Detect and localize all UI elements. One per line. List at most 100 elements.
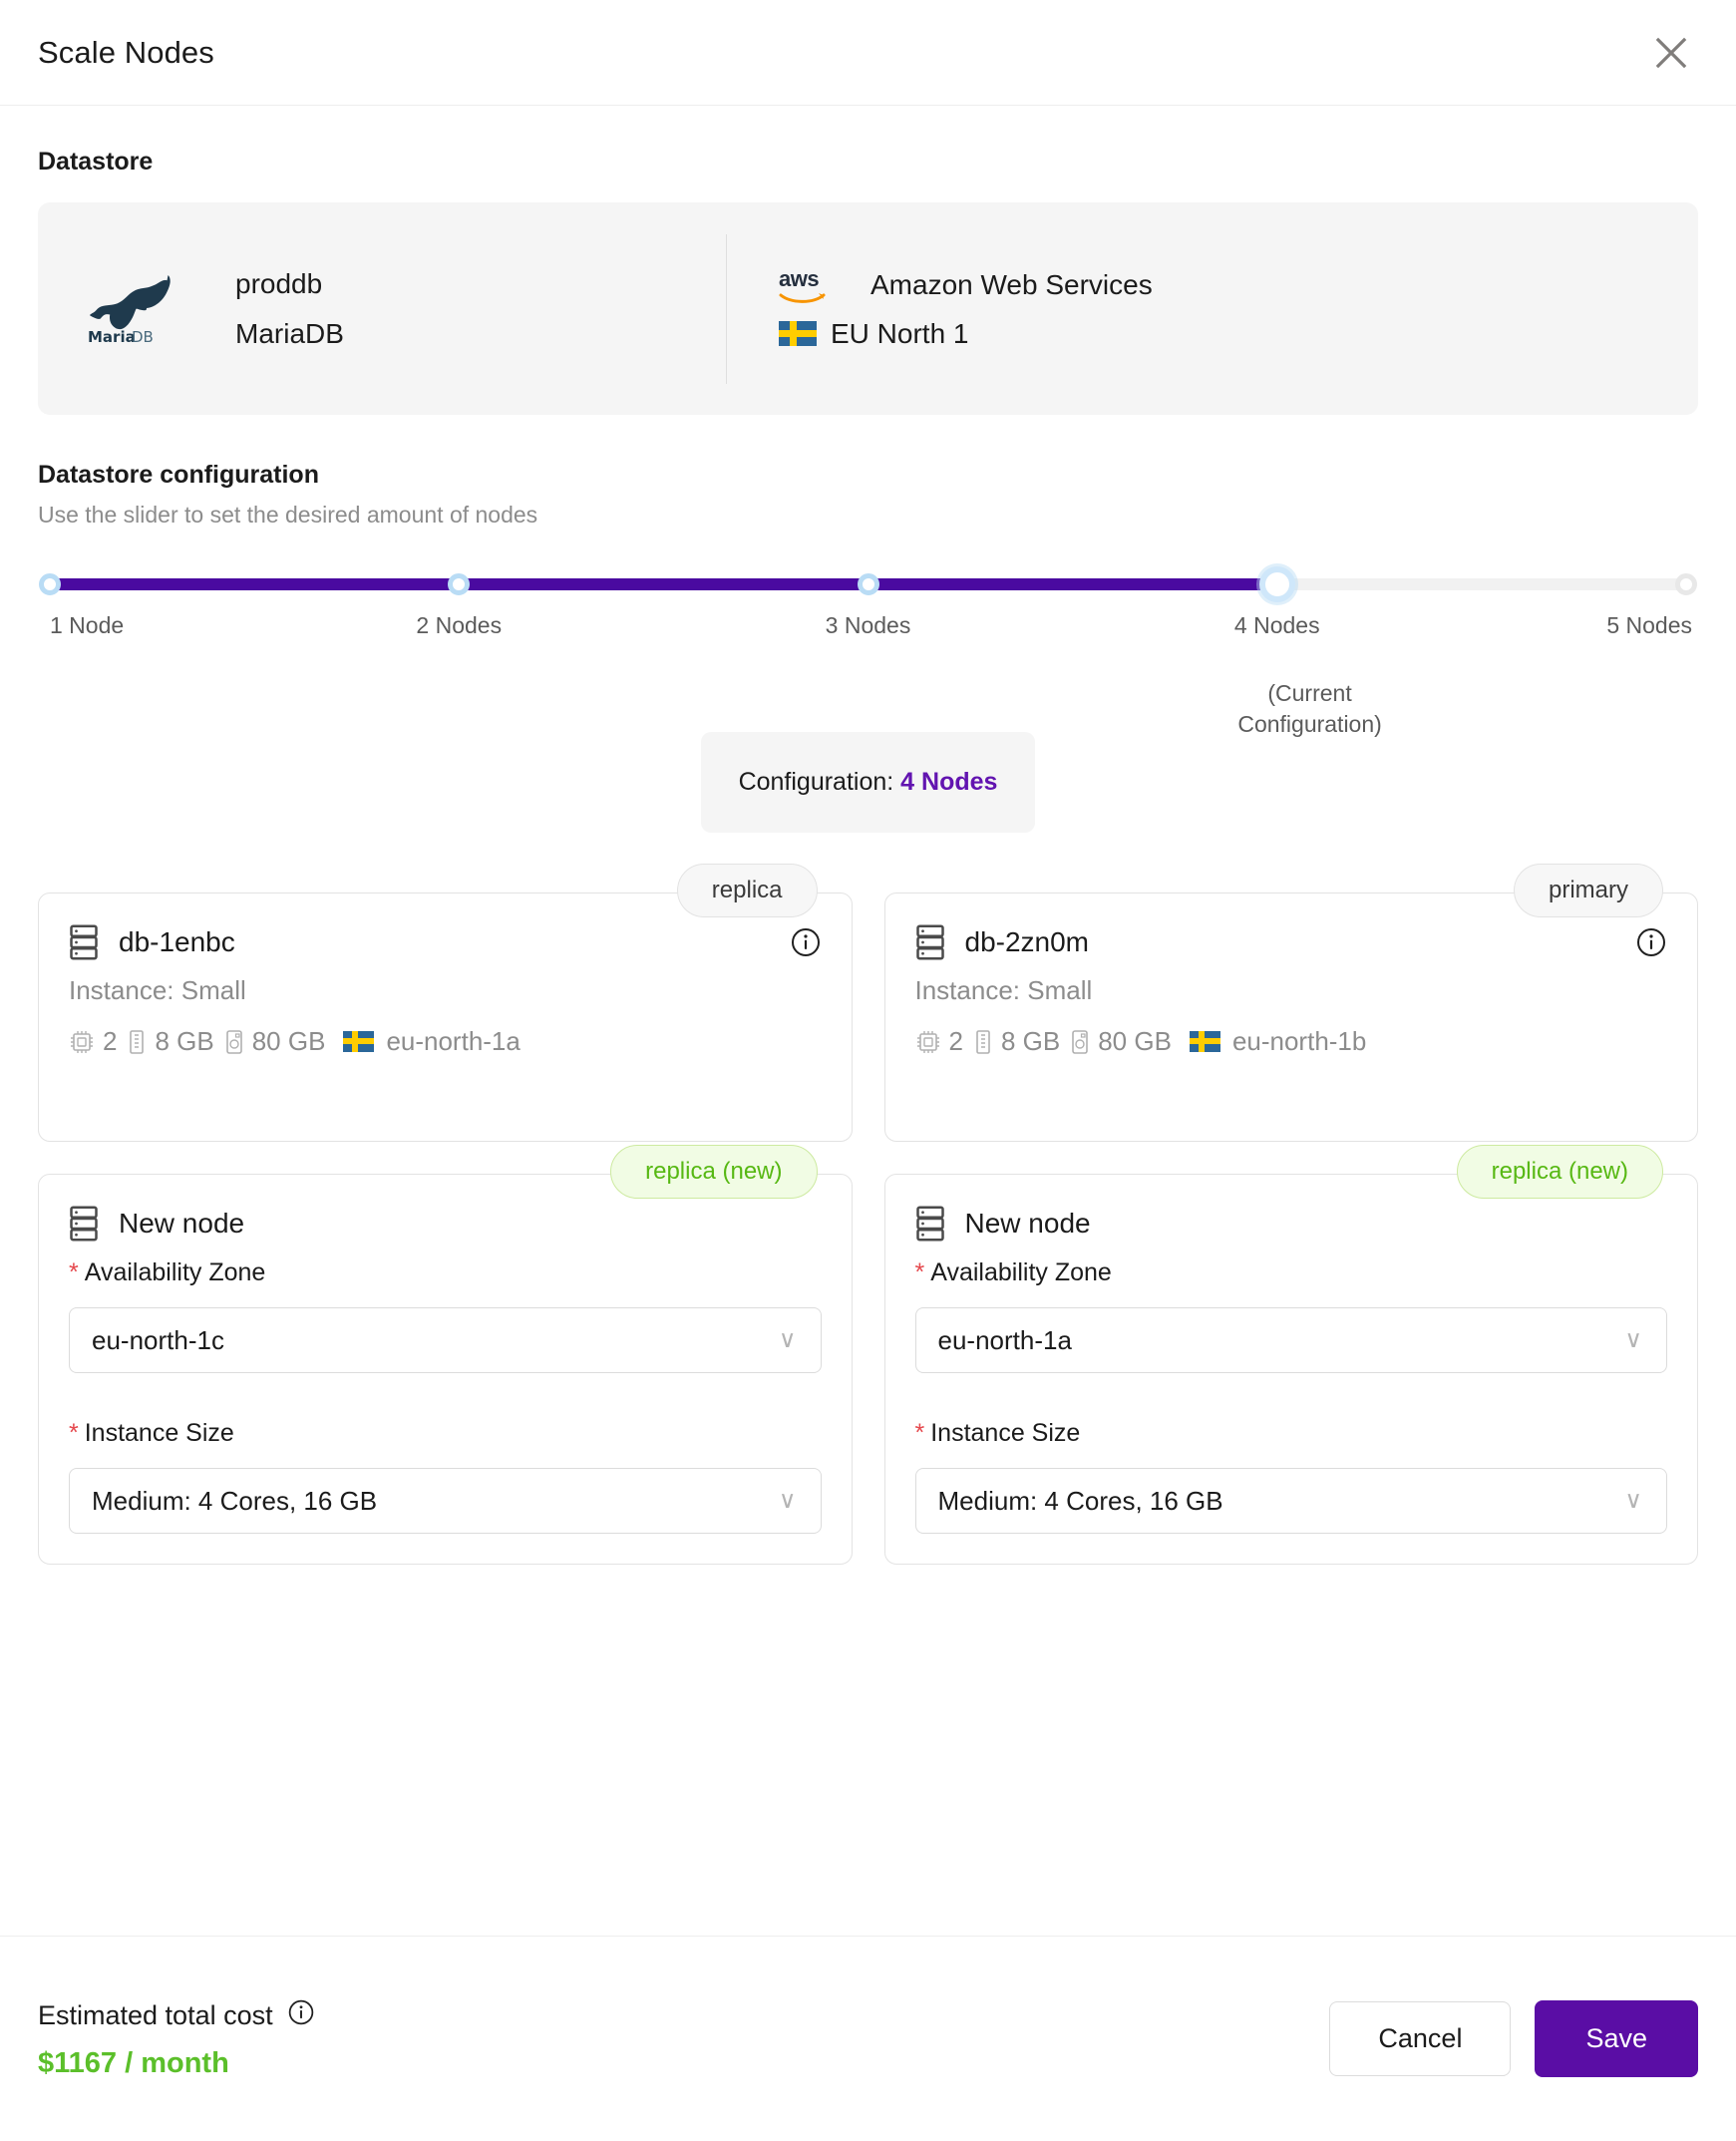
- sweden-flag-icon: [1189, 1031, 1220, 1052]
- availability-zone-select[interactable]: eu-north-1a ∨: [914, 1307, 1667, 1373]
- server-rack-icon: [915, 1206, 944, 1242]
- node-ram-value: 8 GB: [155, 1026, 214, 1056]
- sweden-flag-icon: [343, 1031, 375, 1052]
- instance-size-label: * Instance Size: [915, 1419, 1668, 1448]
- required-marker: *: [914, 1258, 925, 1286]
- slider-handle[interactable]: [1258, 566, 1295, 602]
- availability-zone-value: eu-north-1a: [937, 1324, 1072, 1355]
- slider-tick-1[interactable]: [39, 573, 61, 595]
- close-icon[interactable]: [1644, 26, 1698, 80]
- node-role-badge: replica: [676, 864, 818, 917]
- sweden-flag-icon: [779, 321, 817, 346]
- svg-text:DB: DB: [132, 328, 154, 346]
- cost-label-row: Estimated total cost: [38, 1998, 315, 2033]
- ram-icon: [976, 1029, 990, 1054]
- datastore-identity: Maria DB proddb MariaDB: [38, 202, 726, 415]
- save-button[interactable]: Save: [1535, 2000, 1698, 2077]
- info-icon[interactable]: [1635, 926, 1667, 961]
- node-role-badge: primary: [1513, 864, 1663, 917]
- ram-icon: [130, 1029, 145, 1054]
- info-icon[interactable]: [790, 926, 822, 961]
- dialog-header: Scale Nodes: [0, 0, 1736, 106]
- node-ram-value: 8 GB: [1000, 1026, 1061, 1056]
- disk-icon: [1072, 1029, 1089, 1054]
- configuration-summary: Configuration: 4 Nodes: [700, 732, 1036, 833]
- instance-size-value: Medium: 4 Cores, 16 GB: [92, 1485, 378, 1516]
- new-node-title: New node: [119, 1208, 245, 1239]
- availability-zone-value: eu-north-1c: [92, 1324, 224, 1355]
- datastore-name: proddb: [235, 267, 323, 299]
- required-marker: *: [914, 1419, 925, 1447]
- node-name: db-1enbc: [119, 926, 235, 957]
- slider-fill: [50, 578, 1277, 590]
- availability-zone-label: * Availability Zone: [69, 1258, 822, 1287]
- mariadb-logo: Maria DB: [74, 272, 185, 346]
- datastore-engine: MariaDB: [235, 317, 344, 349]
- chevron-down-icon: ∨: [1624, 1487, 1642, 1514]
- slider-tick-5[interactable]: [1675, 573, 1697, 595]
- node-disk-value: 80 GB: [251, 1026, 326, 1056]
- availability-zone-select[interactable]: eu-north-1c ∨: [69, 1307, 822, 1373]
- datastore-names: proddb MariaDB: [235, 268, 344, 350]
- configuration-summary-prefix: Configuration:: [738, 768, 901, 796]
- chevron-down-icon: ∨: [1624, 1326, 1642, 1353]
- page-title: Scale Nodes: [38, 34, 214, 70]
- configuration-summary-value: 4 Nodes: [900, 768, 998, 796]
- instance-size-value: Medium: 4 Cores, 16 GB: [937, 1485, 1223, 1516]
- scale-nodes-dialog: Scale Nodes Datastore Maria DB proddb Ma…: [0, 0, 1736, 2141]
- slider-label-4: 4 Nodes: [1233, 612, 1320, 638]
- slider-label-1: 1 Node: [50, 612, 125, 638]
- node-disk-value: 80 GB: [1098, 1026, 1172, 1056]
- instance-size-label: * Instance Size: [69, 1419, 822, 1448]
- datastore-section-title: Datastore: [38, 148, 154, 176]
- cancel-button[interactable]: Cancel: [1329, 2001, 1512, 2076]
- instance-size-select[interactable]: Medium: 4 Cores, 16 GB ∨: [914, 1468, 1667, 1534]
- dialog-footer: Estimated total cost $1167 / month Cance…: [0, 1936, 1736, 2141]
- configuration-subtitle: Use the slider to set the desired amount…: [38, 502, 538, 528]
- cpu-icon: [71, 1030, 93, 1053]
- new-node-role-badge: replica (new): [610, 1145, 818, 1199]
- slider-tick-3[interactable]: [857, 573, 879, 595]
- node-cpu-value: 2: [103, 1026, 118, 1056]
- info-icon[interactable]: [287, 1998, 315, 2033]
- aws-logo: aws: [779, 267, 831, 303]
- datastore-summary-card: Maria DB proddb MariaDB aws Amazon Web S…: [38, 202, 1698, 415]
- availability-zone-label-text: Availability Zone: [84, 1258, 266, 1286]
- datastore-provider-block: aws Amazon Web Services EU North 1: [727, 267, 1153, 350]
- availability-zone-label-text: Availability Zone: [930, 1258, 1112, 1286]
- cost-summary: Estimated total cost $1167 / month: [38, 1998, 315, 2080]
- instance-size-select[interactable]: Medium: 4 Cores, 16 GB ∨: [69, 1468, 822, 1534]
- server-rack-icon: [70, 1206, 98, 1242]
- region-name: EU North 1: [831, 317, 969, 349]
- node-cpu-value: 2: [948, 1026, 963, 1056]
- slider-label-2: 2 Nodes: [416, 612, 503, 638]
- node-specs: 2 8 GB: [69, 1026, 822, 1057]
- datastore-configuration-section: Datastore configuration Use the slider t…: [38, 461, 1698, 833]
- slider-label-3: 3 Nodes: [825, 612, 911, 638]
- node-specs: 2 8 GB: [915, 1026, 1668, 1057]
- slider-tick-2[interactable]: [448, 573, 471, 595]
- current-configuration-note: (Current Configuration): [1237, 680, 1382, 738]
- instance-size-label-text: Instance Size: [84, 1419, 234, 1447]
- cost-label: Estimated total cost: [38, 1999, 273, 2030]
- chevron-down-icon: ∨: [778, 1326, 797, 1353]
- availability-zone-label: * Availability Zone: [915, 1258, 1668, 1287]
- new-node-card: replica (new) New node * Availability Zon…: [38, 1145, 853, 1565]
- required-marker: *: [69, 1419, 79, 1447]
- dialog-body: Datastore Maria DB proddb MariaDB aws Am…: [0, 106, 1736, 1936]
- disk-icon: [225, 1029, 242, 1054]
- node-instance-type: Instance: Small: [69, 975, 246, 1005]
- new-node-title: New node: [964, 1208, 1091, 1239]
- node-count-slider[interactable]: [38, 566, 1698, 602]
- slider-label-5: 5 Nodes: [1606, 612, 1692, 638]
- node-card: primary db-2zn0m Instance: Small 2 8 GB …: [883, 864, 1698, 1142]
- server-rack-icon: [70, 924, 98, 960]
- node-availability-zone: eu-north-1a: [386, 1026, 521, 1056]
- node-instance-type: Instance: Small: [914, 975, 1093, 1005]
- existing-nodes-grid: replica db-1enbc Instance: Small 2 8 GB …: [38, 864, 1698, 1565]
- new-node-card: replica (new) New node * Availability Zon…: [883, 1145, 1698, 1565]
- cost-value: $1167 / month: [38, 2046, 229, 2079]
- chevron-down-icon: ∨: [778, 1487, 797, 1514]
- server-rack-icon: [915, 924, 944, 960]
- footer-actions: Cancel Save: [1329, 2000, 1698, 2077]
